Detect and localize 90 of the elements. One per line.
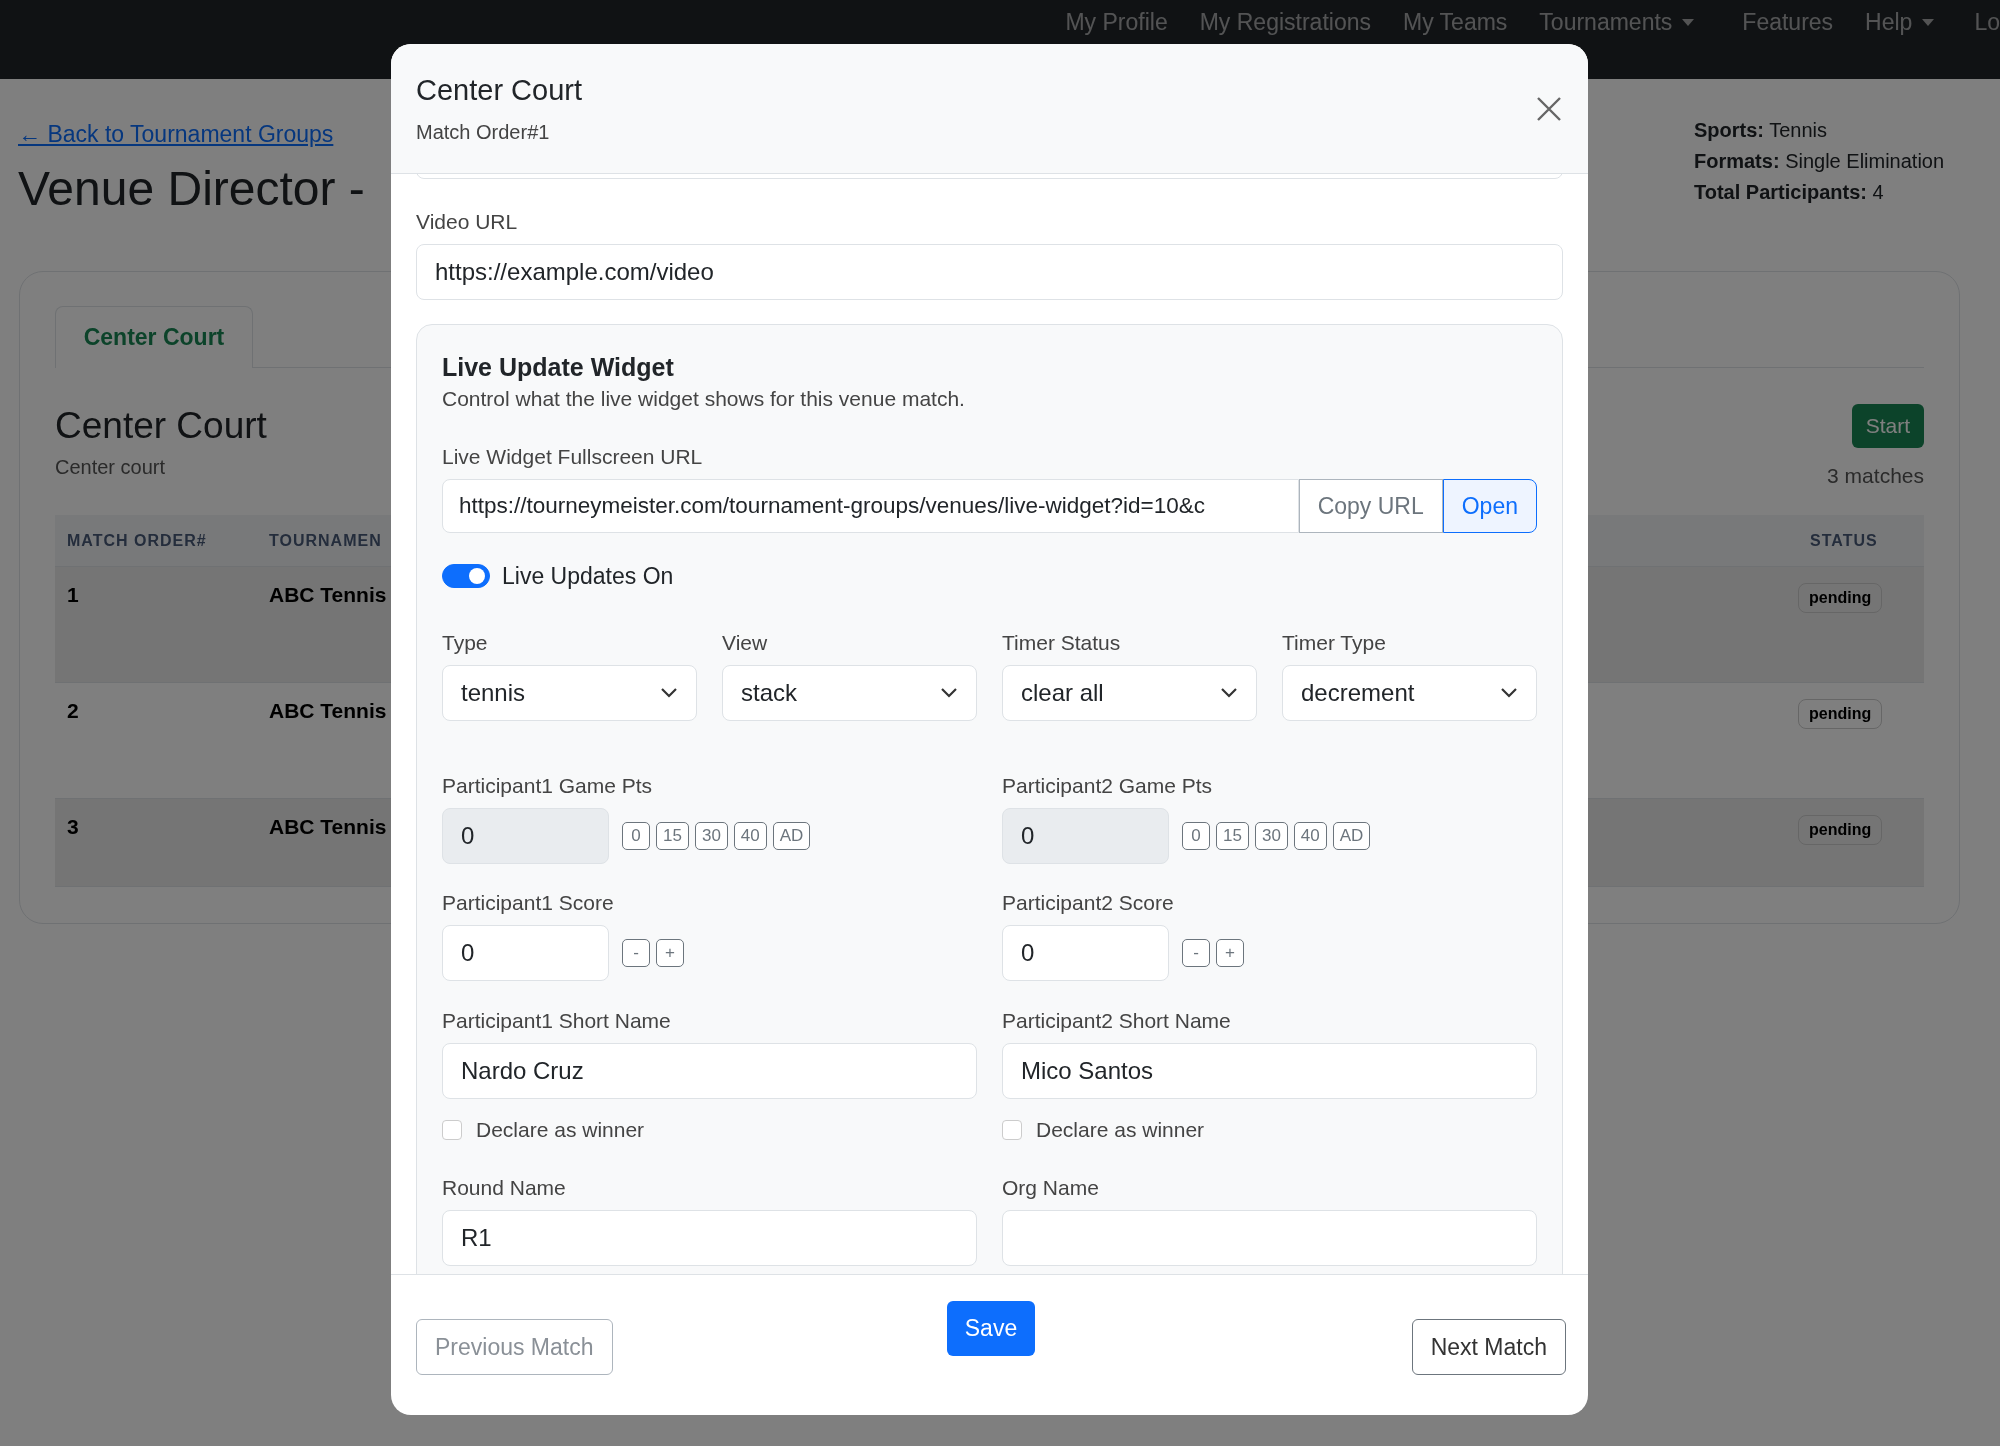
field-label: Org Name xyxy=(1002,1176,1100,1200)
close-icon xyxy=(1536,95,1562,122)
panel-title: Live Update Widget xyxy=(442,352,675,382)
field-label: Participant2 Score xyxy=(1002,891,1175,915)
winner-checkbox[interactable] xyxy=(442,1120,462,1140)
round-name-field[interactable]: R1 xyxy=(442,1210,977,1266)
nav-link[interactable]: Help xyxy=(1865,10,1935,34)
winner-checkbox[interactable] xyxy=(1002,1120,1022,1140)
page-title: Venue Director - xyxy=(18,161,365,217)
points-button[interactable]: 15 xyxy=(656,822,689,850)
status-badge: pending xyxy=(1798,699,1883,729)
score-field[interactable]: 0 xyxy=(1002,925,1169,981)
field-label: Video URL xyxy=(416,210,519,234)
points-button[interactable]: 0 xyxy=(1182,822,1210,850)
points-button[interactable]: AD xyxy=(1332,822,1371,850)
chevron-down-icon xyxy=(660,687,678,699)
status-badge: pending xyxy=(1798,815,1883,845)
points-button[interactable]: 15 xyxy=(1216,822,1249,850)
panel-description: Control what the live widget shows for this venue match. xyxy=(442,386,966,412)
toggle-switch[interactable] xyxy=(442,564,490,588)
field-label: Participant1 Short Name xyxy=(442,1009,672,1033)
checkbox-label: Declare as winner xyxy=(476,1118,645,1142)
nav-link[interactable]: Tournaments xyxy=(1539,10,1695,34)
column-header: STATUS xyxy=(1809,530,1879,551)
short-name-field[interactable]: Mico Santos xyxy=(1002,1043,1537,1099)
column-header: MATCH ORDER# xyxy=(66,530,208,551)
points-button[interactable]: 40 xyxy=(733,822,767,850)
nav-link[interactable]: My Teams xyxy=(1402,10,1508,34)
chevron-down-icon xyxy=(1500,687,1518,699)
short-name-field[interactable]: Nardo Cruz xyxy=(442,1043,977,1099)
table-cell: ABC Tennis xyxy=(269,815,387,838)
org-name-field[interactable] xyxy=(1002,1210,1537,1266)
column-header: TOURNAMEN xyxy=(268,530,383,551)
score-field[interactable]: 0 xyxy=(442,925,609,981)
match-count: 3 matches xyxy=(1827,464,1924,488)
open-button[interactable]: Open xyxy=(1442,479,1537,533)
widget-url-field[interactable]: https://tourneymeister.com/tournament-groups/venues/live-widget?id=10&c xyxy=(442,479,1299,533)
table-cell: ABC Tennis xyxy=(269,699,387,722)
nav-link[interactable]: My Registrations xyxy=(1199,10,1371,34)
status-badge: pending xyxy=(1798,583,1883,613)
modal-subtitle: Match Order#1 xyxy=(416,120,551,144)
next-match-button[interactable]: Next Match xyxy=(1411,1319,1566,1375)
copy-url-button[interactable]: Copy URL xyxy=(1298,479,1443,533)
video-url-field[interactable]: https://example.com/video xyxy=(416,244,1563,300)
checkbox-label: Declare as winner xyxy=(1036,1118,1205,1142)
field-label: Timer Type xyxy=(1282,631,1387,655)
info-line: Formats: Single Elimination xyxy=(1694,149,1946,174)
field-label: Participant2 Short Name xyxy=(1002,1009,1232,1033)
nav-link[interactable]: Lo xyxy=(1974,10,2000,34)
chevron-down-icon xyxy=(940,687,958,699)
nav-link[interactable]: My Profile xyxy=(1065,10,1168,34)
points-button[interactable]: 30 xyxy=(1254,822,1288,850)
score-step-button[interactable]: + xyxy=(656,939,684,967)
field-label: Participant2 Game Pts xyxy=(1002,774,1214,798)
back-link[interactable]: ← Back to Tournament Groups xyxy=(18,121,365,148)
chevron-down-icon xyxy=(1220,687,1238,699)
toggle-label: Live Updates On xyxy=(502,562,674,590)
table-cell: 2 xyxy=(67,699,79,722)
score-step-button[interactable]: - xyxy=(622,939,650,967)
select-dropdown[interactable]: stack xyxy=(722,665,977,721)
field-label: Live Widget Fullscreen URL xyxy=(442,445,704,469)
points-button[interactable]: 30 xyxy=(694,822,728,850)
table-cell: ABC Tennis xyxy=(269,583,387,606)
points-button[interactable]: 40 xyxy=(1293,822,1327,850)
table-cell: 1 xyxy=(67,583,79,606)
field-label: Participant1 Game Pts xyxy=(442,774,654,798)
game-points-field[interactable]: 0 xyxy=(1002,808,1169,864)
venue-tab[interactable]: Center Court xyxy=(55,306,253,368)
field-label: Participant1 Score xyxy=(442,891,615,915)
info-line: Sports: Tennis xyxy=(1694,118,1828,143)
select-dropdown[interactable]: tennis xyxy=(442,665,697,721)
venue-subheading: Center court xyxy=(55,456,167,479)
select-dropdown[interactable]: decrement xyxy=(1282,665,1537,721)
table-cell: 3 xyxy=(67,815,79,838)
select-dropdown[interactable]: clear all xyxy=(1002,665,1257,721)
nav-link[interactable]: Features xyxy=(1742,10,1834,34)
save-button[interactable]: Save xyxy=(946,1301,1036,1356)
info-line: Total Participants: 4 xyxy=(1694,180,1885,205)
points-button[interactable]: 0 xyxy=(622,822,650,850)
field-label: View xyxy=(722,631,769,655)
field-label: Round Name xyxy=(442,1176,567,1200)
field-label: Type xyxy=(442,631,489,655)
score-step-button[interactable]: + xyxy=(1216,939,1244,967)
field-label: Timer Status xyxy=(1002,631,1122,655)
score-step-button[interactable]: - xyxy=(1182,939,1210,967)
points-button[interactable]: AD xyxy=(772,822,811,850)
venue-heading: Center Court xyxy=(55,404,267,448)
start-button[interactable]: Start xyxy=(1851,404,1924,448)
game-points-field[interactable]: 0 xyxy=(442,808,609,864)
modal-title: Center Court xyxy=(416,73,582,107)
